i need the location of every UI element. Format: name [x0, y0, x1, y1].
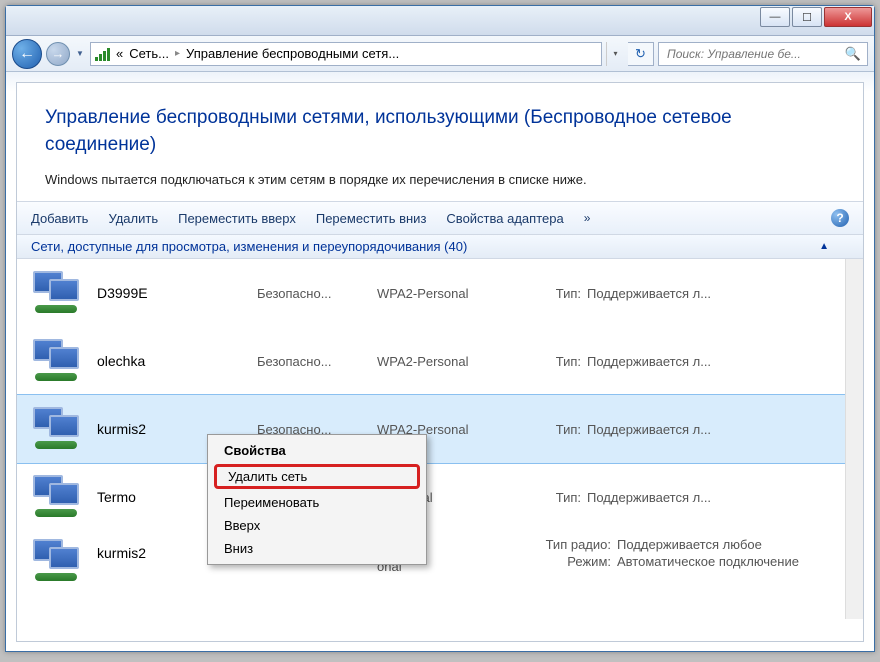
content-outer: Управление беспроводными сетями, использ…	[6, 72, 874, 642]
security-label: Безопасно...	[257, 354, 377, 369]
search-icon: 🔍	[845, 46, 861, 62]
command-toolbar: Добавить Удалить Переместить вверх Перем…	[17, 201, 863, 235]
context-menu-rename[interactable]: Переименовать	[210, 491, 424, 514]
page-title: Управление беспроводными сетями, использ…	[45, 105, 835, 158]
toolbar-remove[interactable]: Удалить	[108, 211, 158, 226]
wireless-icon	[95, 47, 110, 61]
type-label: Тип:	[527, 286, 587, 301]
radio-type-value: Поддерживается любое	[617, 537, 762, 552]
type-label: Тип:	[527, 490, 587, 505]
list-item[interactable]: D3999E Безопасно... WPA2-Personal Тип: П…	[17, 259, 863, 327]
help-icon[interactable]: ?	[831, 209, 849, 227]
type-value: Поддерживается л...	[587, 422, 855, 437]
network-name: D3999E	[97, 285, 257, 301]
radio-type-label: Тип радио:	[527, 537, 617, 552]
minimize-button[interactable]: —	[760, 7, 790, 27]
type-label: Тип:	[527, 354, 587, 369]
network-icon	[27, 337, 83, 385]
collapse-caret-icon[interactable]: ▲	[819, 241, 829, 252]
detail-block: Тип радио: Поддерживается любое Режим: А…	[527, 537, 855, 571]
path-dropdown[interactable]: ▾	[606, 42, 624, 66]
explorer-window: — ☐ X ← → ▼ « Сеть... ▸ Управление беспр…	[5, 5, 875, 652]
toolbar-overflow[interactable]: »	[584, 211, 591, 225]
context-menu-move-up[interactable]: Вверх	[210, 514, 424, 537]
mode-value: Автоматическое подключение	[617, 554, 799, 569]
breadcrumb-seg-manage-wireless[interactable]: Управление беспроводными сетя...	[186, 46, 399, 61]
toolbar-adapter-properties[interactable]: Свойства адаптера	[446, 211, 563, 226]
context-menu: Свойства Удалить сеть Переименовать Ввер…	[207, 434, 427, 565]
breadcrumb-seg-network[interactable]: Сеть...	[129, 46, 169, 61]
list-item[interactable]: kurmis2 Безопасно... WPA2-Personal Тип: …	[17, 395, 863, 463]
list-item[interactable]: Termo -Personal Тип: Поддерживается л...	[17, 463, 863, 531]
nav-history-dropdown[interactable]: ▼	[74, 44, 86, 64]
toolbar-move-up[interactable]: Переместить вверх	[178, 211, 296, 226]
type-label: Тип:	[527, 422, 587, 437]
context-menu-properties[interactable]: Свойства	[210, 439, 424, 462]
network-icon	[27, 537, 83, 585]
network-icon	[27, 473, 83, 521]
network-list: D3999E Безопасно... WPA2-Personal Тип: П…	[17, 259, 863, 619]
network-icon	[27, 405, 83, 453]
address-bar: ← → ▼ « Сеть... ▸ Управление беспроводны…	[6, 36, 874, 72]
group-header[interactable]: Сети, доступные для просмотра, изменения…	[17, 235, 863, 259]
context-menu-move-down[interactable]: Вниз	[210, 537, 424, 560]
breadcrumb-prefix: «	[116, 46, 123, 61]
network-icon	[27, 269, 83, 317]
list-item[interactable]: kurmis2 onal Тип радио: Поддерживается л…	[17, 531, 863, 599]
breadcrumb-separator-icon: ▸	[175, 48, 180, 59]
toolbar-add[interactable]: Добавить	[31, 211, 88, 226]
security-value: WPA2-Personal	[377, 286, 527, 301]
mode-label: Режим:	[527, 554, 617, 569]
page-description: Windows пытается подключаться к этим сет…	[45, 172, 835, 187]
toolbar-move-down[interactable]: Переместить вниз	[316, 211, 427, 226]
group-label: Сети, доступные для просмотра, изменения…	[31, 239, 467, 254]
close-button[interactable]: X	[824, 7, 872, 27]
search-box[interactable]: 🔍	[658, 42, 868, 66]
list-item[interactable]: olechka Безопасно... WPA2-Personal Тип: …	[17, 327, 863, 395]
type-value: Поддерживается л...	[587, 286, 855, 301]
vertical-scrollbar[interactable]	[845, 259, 863, 619]
nav-back-button[interactable]: ←	[12, 39, 42, 69]
titlebar: — ☐ X	[6, 6, 874, 36]
maximize-button[interactable]: ☐	[792, 7, 822, 27]
context-menu-delete-network[interactable]: Удалить сеть	[214, 464, 420, 489]
content-panel: Управление беспроводными сетями, использ…	[16, 82, 864, 642]
type-value: Поддерживается л...	[587, 354, 855, 369]
breadcrumb-path[interactable]: « Сеть... ▸ Управление беспроводными сет…	[90, 42, 602, 66]
security-value: WPA2-Personal	[377, 354, 527, 369]
refresh-button[interactable]: ↻	[628, 42, 654, 66]
network-name: olechka	[97, 353, 257, 369]
security-label: Безопасно...	[257, 286, 377, 301]
nav-forward-button[interactable]: →	[46, 42, 70, 66]
search-input[interactable]	[665, 46, 841, 62]
header-block: Управление беспроводными сетями, использ…	[17, 83, 863, 201]
type-value: Поддерживается л...	[587, 490, 855, 505]
